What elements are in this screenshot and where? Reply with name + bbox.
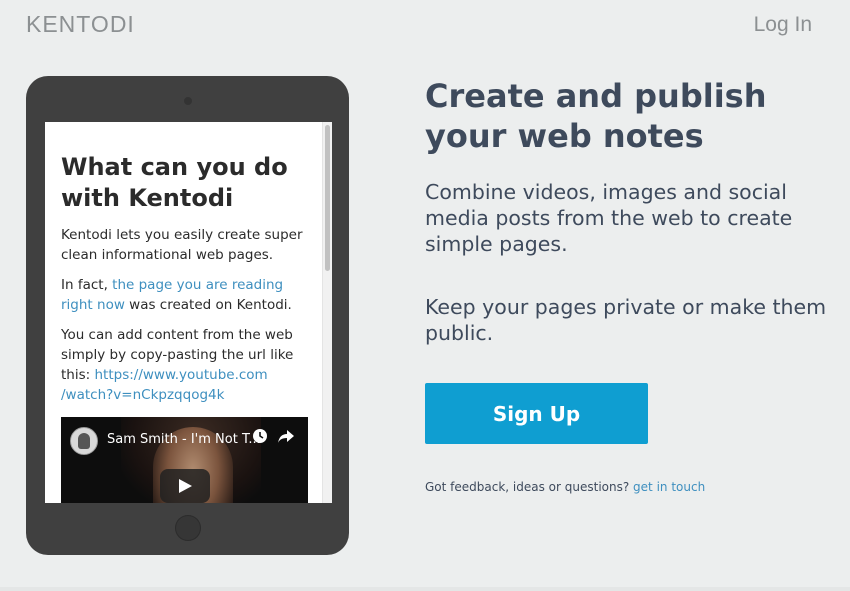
bottom-divider (0, 587, 850, 591)
tablet-screen[interactable]: What can you do with Kentodi Kentodi let… (45, 122, 332, 503)
play-icon (179, 479, 192, 493)
youtube-link-line1: https://www.youtube.com (94, 367, 268, 383)
landing-page: KENTODI Log In What can you do with Kent… (0, 0, 850, 591)
channel-avatar[interactable] (70, 427, 98, 455)
screen-content: What can you do with Kentodi Kentodi let… (61, 152, 311, 415)
feedback-line: Got feedback, ideas or questions? get in… (425, 480, 705, 494)
play-button[interactable] (160, 469, 210, 503)
hero-description-1: Combine videos, images and social media … (425, 180, 793, 256)
screen-paragraph-1: Kentodi lets you easily create super cle… (61, 227, 303, 263)
avatar-silhouette (78, 433, 90, 449)
get-in-touch-link[interactable]: get in touch (633, 480, 705, 494)
scrollbar-thumb[interactable] (325, 125, 330, 271)
tablet-mockup: What can you do with Kentodi Kentodi let… (26, 76, 349, 555)
hero-description-2: Keep your pages private or make them pub… (425, 295, 827, 345)
paragraph-text: In fact, (61, 277, 113, 293)
home-button (175, 515, 201, 541)
paragraph-text: was created on Kentodi. (124, 297, 292, 313)
logo[interactable]: KENTODI (26, 11, 135, 38)
screen-paragraph-2: In fact, the page you are reading right … (61, 275, 311, 315)
sign-up-button[interactable]: Sign Up (425, 383, 648, 444)
camera-dot (184, 97, 192, 105)
youtube-link-line2: /watch?v=nCkpzqqog4k (61, 387, 225, 403)
hero-headline: Create and publish your web notes (425, 77, 767, 155)
share-icon[interactable] (277, 428, 295, 444)
video-title[interactable]: Sam Smith - I'm Not T... (107, 432, 261, 447)
clock-icon[interactable] (252, 428, 268, 444)
video-embed[interactable]: Sam Smith - I'm Not T... (61, 417, 308, 503)
login-link[interactable]: Log In (754, 13, 812, 37)
screen-title: What can you do with Kentodi (61, 153, 288, 212)
scrollbar[interactable] (322, 122, 332, 503)
screen-paragraph-3: You can add content from the web simply … (61, 325, 311, 405)
feedback-text: Got feedback, ideas or questions? (425, 480, 634, 494)
